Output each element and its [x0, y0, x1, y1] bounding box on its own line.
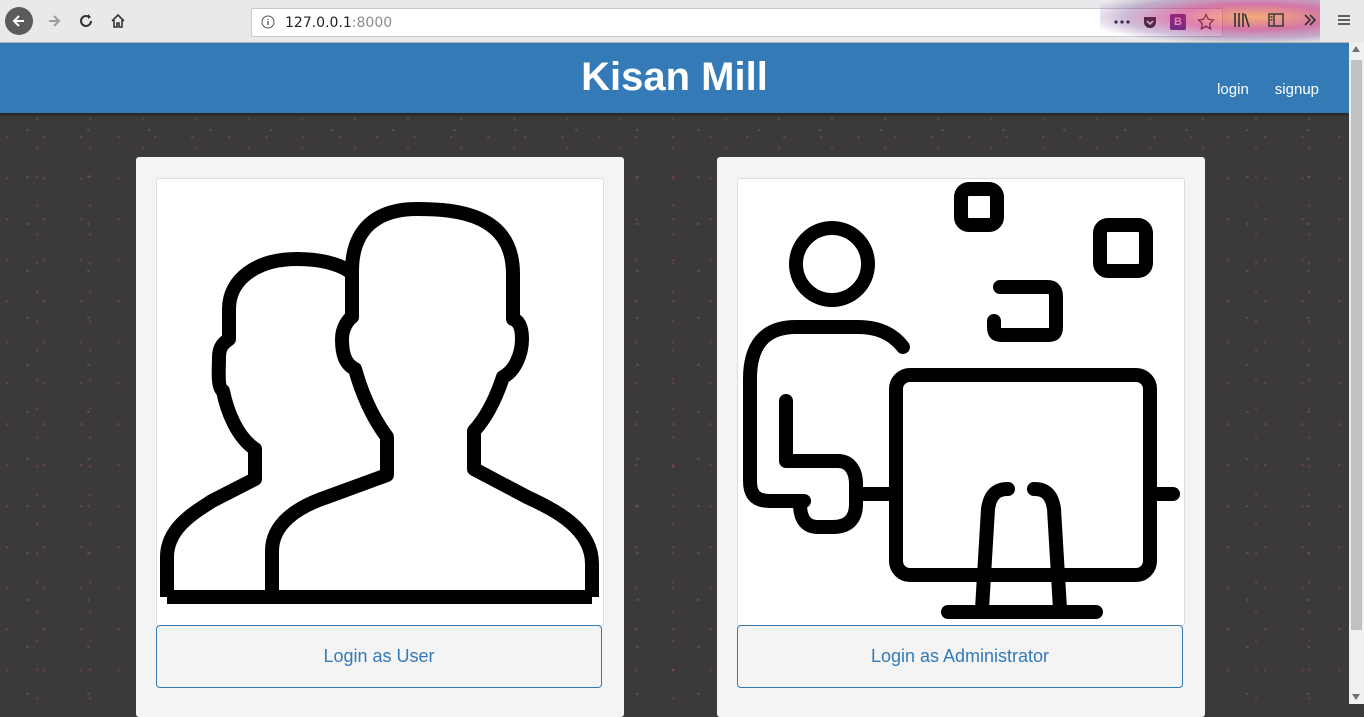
scroll-down-arrow-icon[interactable]: [1352, 694, 1360, 700]
page-scrollbar[interactable]: [1349, 42, 1364, 704]
user-login-card: Login as User: [136, 157, 624, 717]
users-image: [156, 178, 604, 626]
info-icon[interactable]: [261, 15, 275, 29]
forward-button[interactable]: [40, 7, 68, 35]
reload-icon: [80, 14, 92, 27]
back-arrow-icon: [12, 15, 24, 27]
login-as-user-button[interactable]: Login as User: [156, 625, 602, 688]
brand-title[interactable]: Kisan Mill: [0, 55, 1349, 100]
page-body: Kisan Mill login signup Login as User Lo…: [0, 43, 1349, 717]
sidebar-icon[interactable]: [1266, 10, 1286, 30]
admin-computer-icon: [743, 182, 1180, 619]
login-link[interactable]: login: [1217, 81, 1249, 98]
site-navbar: Kisan Mill login signup: [0, 43, 1349, 113]
hamburger-menu-icon[interactable]: [1334, 10, 1354, 30]
home-icon: [111, 13, 125, 28]
back-button[interactable]: [5, 7, 33, 35]
scroll-thumb[interactable]: [1351, 60, 1362, 630]
scroll-up-arrow-icon[interactable]: [1352, 46, 1360, 52]
nav-links: login signup: [1217, 81, 1319, 98]
forward-arrow-icon: [49, 15, 61, 27]
users-icon: [160, 202, 599, 604]
library-icon[interactable]: [1232, 10, 1252, 30]
url-text: 127.0.0.1:8000: [285, 15, 393, 31]
browser-toolbar: 127.0.0.1:8000 B: [0, 0, 1364, 43]
home-button[interactable]: [104, 7, 132, 35]
overflow-chevron-icon[interactable]: [1300, 10, 1320, 30]
login-as-admin-button[interactable]: Login as Administrator: [737, 625, 1183, 688]
admin-login-card: Login as Administrator: [717, 157, 1205, 717]
signup-link[interactable]: signup: [1275, 81, 1319, 98]
admin-image: [737, 178, 1185, 626]
address-bar[interactable]: 127.0.0.1:8000 B: [251, 8, 1223, 37]
reload-button[interactable]: [72, 7, 100, 35]
